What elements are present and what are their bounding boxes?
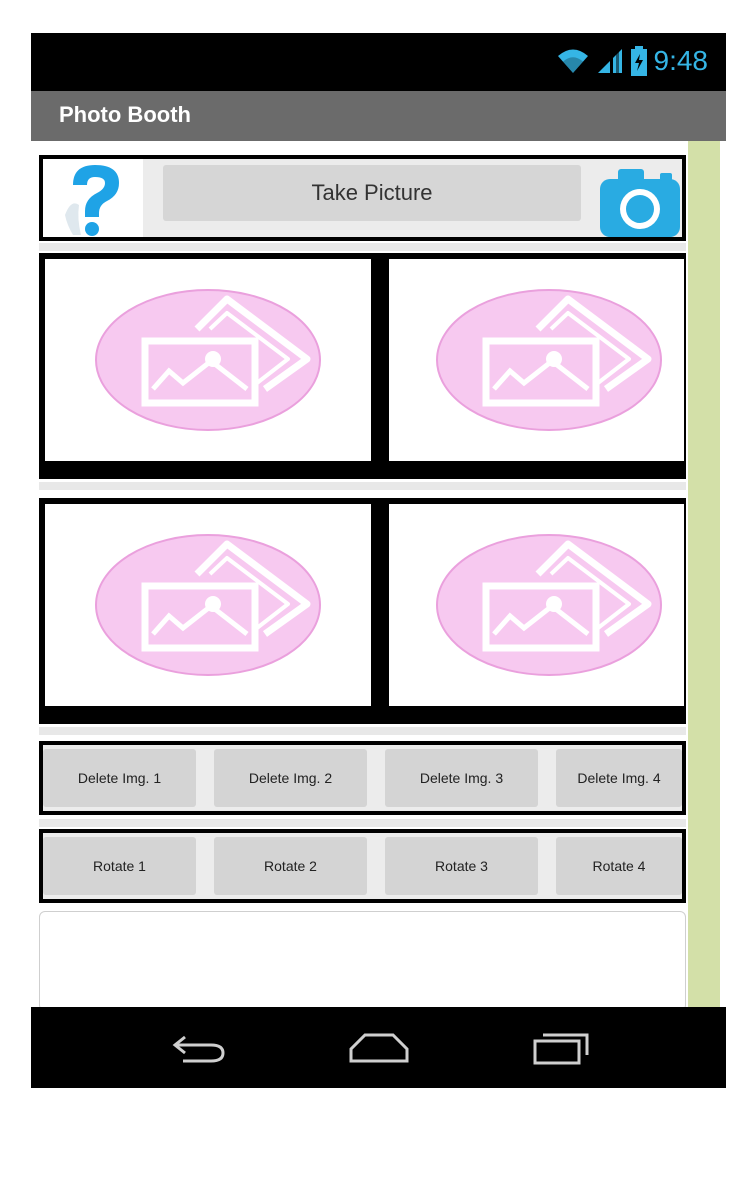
camera-icon: [600, 169, 680, 237]
phone-frame: 9:48 Photo Booth Take Picture Delete Img…: [31, 33, 726, 1088]
help-button[interactable]: [43, 159, 143, 237]
delete-buttons-row: Delete Img. 1 Delete Img. 2 Delete Img. …: [39, 741, 686, 815]
delete-img-2-button[interactable]: Delete Img. 2: [214, 749, 367, 807]
delete-buttons-inner: Delete Img. 1 Delete Img. 2 Delete Img. …: [43, 745, 682, 811]
status-clock: 9:48: [653, 45, 709, 76]
battery-icon: [630, 46, 647, 76]
toolbar-row: Take Picture: [39, 155, 686, 241]
home-icon[interactable]: [347, 1027, 411, 1067]
separator: [39, 727, 686, 735]
image-placeholder-icon: [436, 534, 662, 676]
recents-icon[interactable]: [531, 1027, 591, 1067]
rotate-3-button[interactable]: Rotate 3: [385, 837, 538, 895]
delete-img-1-button[interactable]: Delete Img. 1: [43, 749, 196, 807]
navigation-bar: [31, 1007, 726, 1088]
status-bar: 9:48: [31, 33, 726, 91]
photo-slot-1[interactable]: [45, 259, 371, 461]
rotate-buttons-inner: Rotate 1 Rotate 2 Rotate 3 Rotate 4: [43, 833, 682, 899]
help-question-icon: [65, 165, 119, 236]
image-placeholder-icon: [95, 534, 321, 676]
photo-row-1: [39, 253, 686, 479]
take-picture-button[interactable]: Take Picture: [163, 165, 581, 221]
text-box[interactable]: [39, 911, 686, 1007]
rotate-4-button[interactable]: Rotate 4: [556, 837, 682, 895]
back-icon[interactable]: [169, 1027, 229, 1067]
photo-slot-3[interactable]: [45, 504, 371, 706]
separator: [39, 819, 686, 827]
rotate-1-button[interactable]: Rotate 1: [43, 837, 196, 895]
title-bar: Photo Booth: [31, 91, 726, 141]
status-icons: 9:48: [556, 45, 709, 77]
app-screen: Take Picture Delete Img. 1 Delete Img. 2…: [31, 141, 726, 1007]
app-title: Photo Booth: [59, 102, 191, 127]
delete-img-4-button[interactable]: Delete Img. 4: [556, 749, 682, 807]
delete-img-3-button[interactable]: Delete Img. 3: [385, 749, 538, 807]
toolbar-inner: Take Picture: [43, 159, 682, 237]
separator: [39, 243, 686, 251]
image-placeholder-icon: [436, 289, 662, 431]
rotate-buttons-row: Rotate 1 Rotate 2 Rotate 3 Rotate 4: [39, 829, 686, 903]
signal-icon: [597, 49, 622, 73]
image-placeholder-icon: [95, 289, 321, 431]
photo-row-2: [39, 498, 686, 724]
rotate-2-button[interactable]: Rotate 2: [214, 837, 367, 895]
scrollbar[interactable]: [688, 141, 720, 1007]
wifi-icon: [557, 49, 588, 73]
photo-slot-2[interactable]: [389, 259, 684, 461]
separator: [39, 482, 686, 490]
photo-slot-4[interactable]: [389, 504, 684, 706]
camera-button[interactable]: [598, 165, 682, 237]
